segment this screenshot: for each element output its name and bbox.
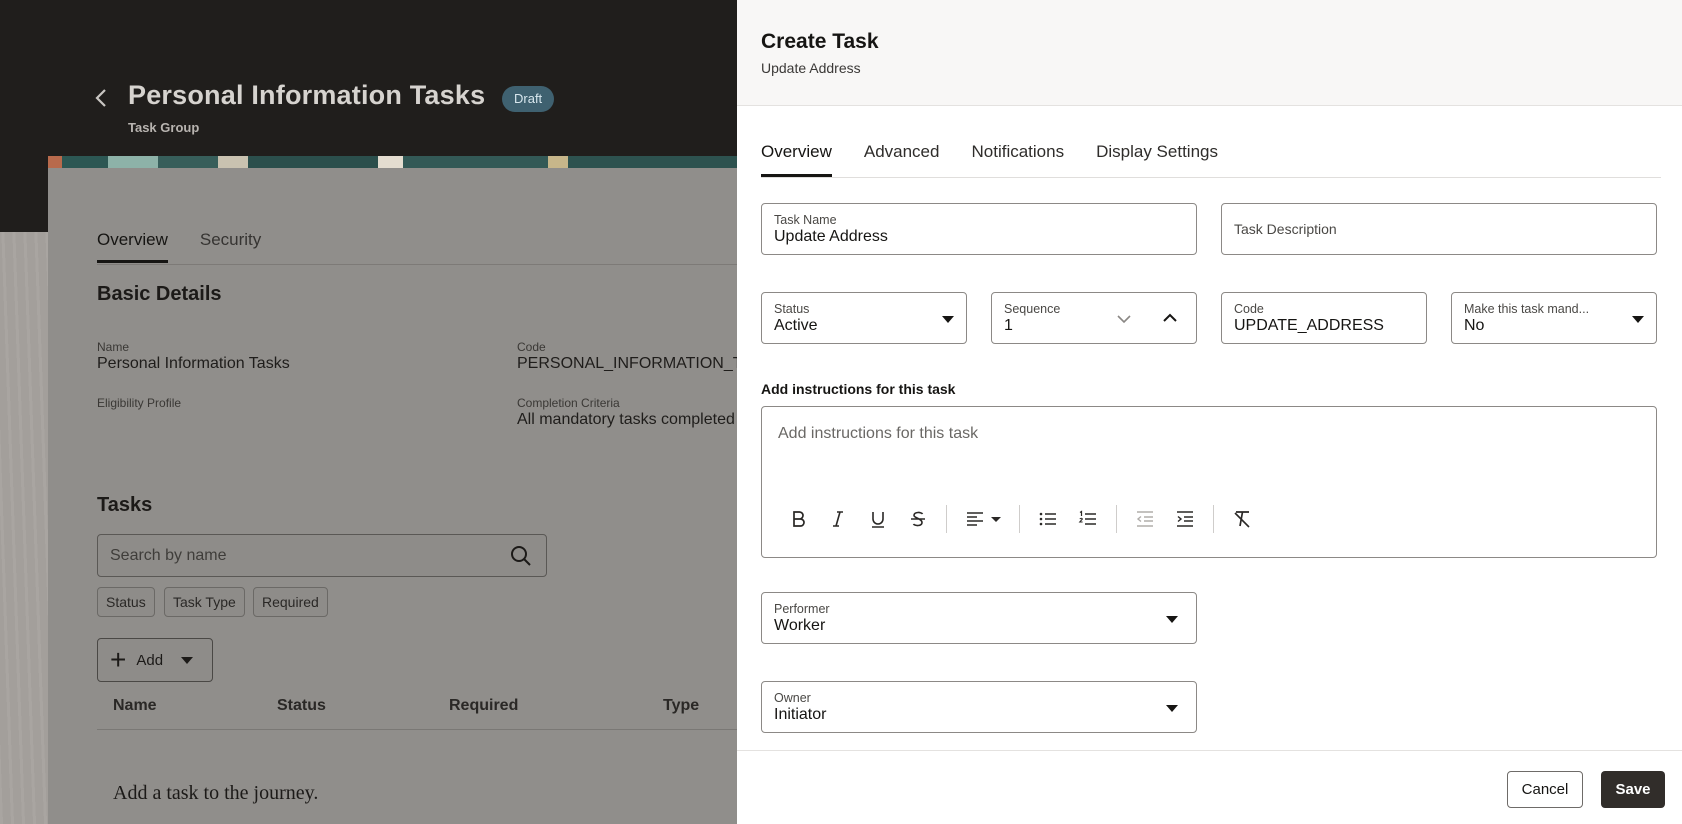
strikethrough-icon[interactable] bbox=[898, 503, 938, 535]
search-input[interactable]: Search by name bbox=[110, 547, 227, 565]
performer-value: Worker bbox=[774, 617, 826, 634]
save-button[interactable]: Save bbox=[1601, 771, 1665, 808]
code-value: UPDATE_ADDRESS bbox=[1234, 317, 1384, 334]
instructions-editor[interactable]: Add instructions for this task bbox=[761, 406, 1657, 558]
owner-select[interactable]: Owner Initiator bbox=[761, 681, 1197, 733]
align-dropdown-icon[interactable] bbox=[955, 503, 1011, 535]
decorative-banner bbox=[48, 156, 748, 168]
owner-label: Owner bbox=[774, 691, 811, 705]
caret-down-icon bbox=[1632, 316, 1644, 323]
code-label: Code bbox=[1234, 302, 1264, 316]
code-label: Code bbox=[517, 340, 546, 354]
drawer-footer: Cancel Save bbox=[737, 750, 1682, 824]
chevron-down-icon[interactable] bbox=[1116, 311, 1132, 332]
toolbar-divider bbox=[1116, 505, 1117, 533]
formatting-toolbar bbox=[778, 503, 1262, 535]
search-icon[interactable] bbox=[510, 545, 532, 567]
performer-select[interactable]: Performer Worker bbox=[761, 592, 1197, 644]
sequence-label: Sequence bbox=[1004, 302, 1061, 316]
bold-icon[interactable] bbox=[778, 503, 818, 535]
filter-chip-required[interactable]: Required bbox=[253, 587, 328, 617]
toolbar-divider bbox=[1019, 505, 1020, 533]
owner-value: Initiator bbox=[774, 706, 827, 723]
completion-criteria-label: Completion Criteria bbox=[517, 396, 620, 410]
italic-icon[interactable] bbox=[818, 503, 858, 535]
mandatory-value: No bbox=[1464, 317, 1485, 334]
status-value: Active bbox=[774, 317, 818, 334]
caret-down-icon bbox=[1166, 616, 1178, 623]
tasks-heading: Tasks bbox=[97, 494, 153, 516]
page-tabs: Overview Security bbox=[97, 230, 261, 263]
column-header-name[interactable]: Name bbox=[113, 697, 157, 715]
completion-criteria-value: All mandatory tasks completed bbox=[517, 411, 735, 428]
column-header-required[interactable]: Required bbox=[449, 697, 518, 715]
code-value: PERSONAL_INFORMATION_TA bbox=[517, 355, 737, 372]
tab-overview[interactable]: Overview bbox=[97, 230, 168, 263]
toolbar-divider bbox=[946, 505, 947, 533]
name-label: Name bbox=[97, 340, 130, 354]
tab-overview[interactable]: Overview bbox=[761, 142, 832, 177]
tab-security[interactable]: Security bbox=[200, 230, 261, 263]
underline-icon[interactable] bbox=[858, 503, 898, 535]
tab-display-settings[interactable]: Display Settings bbox=[1096, 142, 1218, 177]
tab-notifications[interactable]: Notifications bbox=[971, 142, 1064, 177]
caret-down-icon bbox=[181, 656, 194, 664]
page-subtitle: Task Group bbox=[128, 120, 200, 135]
tabs-divider bbox=[761, 177, 1661, 178]
add-task-button[interactable]: + Add bbox=[97, 638, 213, 682]
column-header-status[interactable]: Status bbox=[277, 697, 326, 715]
plus-icon: + bbox=[110, 644, 127, 675]
toolbar-divider bbox=[1213, 505, 1214, 533]
task-name-value: Update Address bbox=[774, 228, 888, 245]
clear-formatting-icon[interactable] bbox=[1222, 503, 1262, 535]
caret-down-icon bbox=[1166, 705, 1178, 712]
chevron-up-icon[interactable] bbox=[1162, 310, 1178, 331]
content-card bbox=[48, 168, 748, 824]
task-description-field[interactable]: Task Description bbox=[1221, 203, 1657, 255]
performer-label: Performer bbox=[774, 602, 830, 616]
outdent-icon[interactable] bbox=[1125, 503, 1165, 535]
task-description-placeholder: Task Description bbox=[1234, 221, 1337, 237]
mandatory-select[interactable]: Make this task mand... No bbox=[1451, 292, 1657, 344]
task-name-field[interactable]: Task Name Update Address bbox=[761, 203, 1197, 255]
empty-state-message: Add a task to the journey. bbox=[113, 782, 319, 804]
filter-chip-task-type[interactable]: Task Type bbox=[164, 587, 245, 617]
page-title: Personal Information Tasks bbox=[128, 80, 486, 110]
numbered-list-icon[interactable] bbox=[1068, 503, 1108, 535]
drawer-tabs: Overview Advanced Notifications Display … bbox=[761, 142, 1218, 177]
basic-details-heading: Basic Details bbox=[97, 283, 222, 305]
instructions-label: Add instructions for this task bbox=[761, 381, 956, 397]
caret-down-icon bbox=[942, 316, 954, 323]
task-search-field[interactable]: Search by name bbox=[97, 534, 547, 577]
task-name-label: Task Name bbox=[774, 213, 837, 227]
eligibility-profile-label: Eligibility Profile bbox=[97, 396, 182, 410]
drawer-header: Create Task Update Address bbox=[737, 0, 1682, 106]
code-field[interactable]: Code UPDATE_ADDRESS bbox=[1221, 292, 1427, 344]
back-chevron-icon[interactable] bbox=[92, 86, 112, 110]
status-badge: Draft bbox=[502, 86, 555, 112]
sequence-value: 1 bbox=[1004, 317, 1013, 334]
tabs-divider bbox=[97, 264, 748, 265]
filter-chip-status[interactable]: Status bbox=[97, 587, 155, 617]
drawer-title: Create Task bbox=[761, 30, 879, 53]
drawer-subtitle: Update Address bbox=[761, 60, 861, 76]
name-value: Personal Information Tasks bbox=[97, 355, 290, 372]
status-label: Status bbox=[774, 302, 810, 316]
column-header-type[interactable]: Type bbox=[663, 697, 699, 715]
tab-advanced[interactable]: Advanced bbox=[864, 142, 940, 177]
table-header-divider bbox=[97, 729, 748, 730]
indent-icon[interactable] bbox=[1165, 503, 1205, 535]
create-task-drawer: Create Task Update Address Overview Adva… bbox=[737, 0, 1682, 824]
bulleted-list-icon[interactable] bbox=[1028, 503, 1068, 535]
status-select[interactable]: Status Active bbox=[761, 292, 967, 344]
sequence-stepper[interactable]: Sequence 1 bbox=[991, 292, 1197, 344]
add-label: Add bbox=[136, 651, 164, 669]
mandatory-label: Make this task mand... bbox=[1464, 302, 1590, 316]
cancel-button[interactable]: Cancel bbox=[1507, 771, 1583, 808]
instructions-placeholder: Add instructions for this task bbox=[778, 425, 979, 442]
